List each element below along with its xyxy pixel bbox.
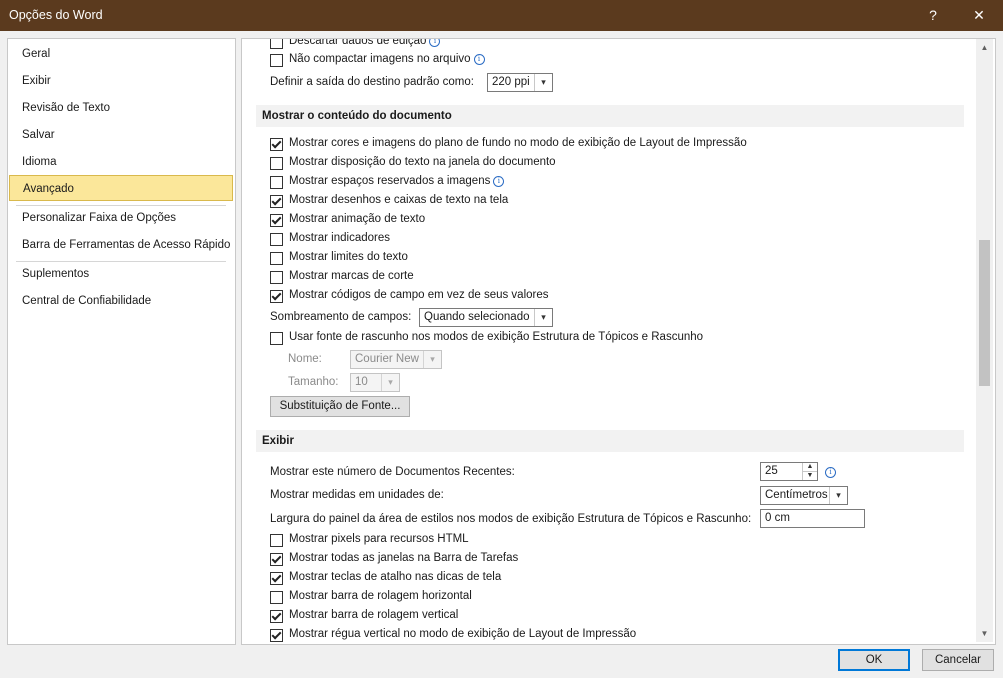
chevron-down-icon: ▾ (534, 309, 552, 326)
show-all-windows-taskbar-checkbox[interactable] (270, 553, 283, 566)
show-text-wrap-label: Mostrar disposição do texto na janela do… (289, 156, 556, 168)
title-bar: Opções do Word ? ✕ (0, 0, 1003, 31)
window-title: Opções do Word (9, 8, 103, 22)
sidebar-item-geral[interactable]: Geral (9, 41, 233, 67)
show-crop-marks-checkbox[interactable] (270, 271, 283, 284)
show-text-boundaries-checkbox[interactable] (270, 252, 283, 265)
sidebar-item-central-confiabilidade[interactable]: Central de Confiabilidade (9, 288, 233, 314)
chevron-down-icon: ▾ (534, 74, 552, 91)
draft-font-label: Usar fonte de rascunho nos modos de exib… (289, 331, 704, 343)
font-name-select[interactable]: Courier New ▾ (350, 350, 442, 369)
chevron-down-icon: ▾ (829, 487, 847, 504)
default-output-select[interactable]: 220 ppi ▾ (487, 73, 553, 92)
show-text-boundaries-label: Mostrar limites do texto (289, 251, 408, 263)
draft-font-checkbox[interactable] (270, 332, 283, 345)
field-shading-select[interactable]: Quando selecionado ▾ (419, 308, 553, 327)
font-name-label: Nome: (288, 353, 322, 365)
sidebar: Geral Exibir Revisão de Texto Salvar Idi… (7, 38, 236, 645)
show-bookmarks-label: Mostrar indicadores (289, 232, 390, 244)
close-button[interactable]: ✕ (956, 0, 1002, 31)
font-substitution-button[interactable]: Substituição de Fonte... (270, 396, 410, 417)
no-compress-images-checkbox[interactable] (270, 54, 283, 67)
sidebar-item-idioma[interactable]: Idioma (9, 149, 233, 175)
sidebar-item-avancado[interactable]: Avançado (9, 175, 233, 201)
show-pixels-html-checkbox[interactable] (270, 534, 283, 547)
show-drawings-checkbox[interactable] (270, 195, 283, 208)
show-text-animation-checkbox[interactable] (270, 214, 283, 227)
options-content: Descartar dados de edição i Não compactar… (241, 38, 996, 645)
sidebar-item-suplementos[interactable]: Suplementos (9, 261, 233, 287)
spin-down-icon[interactable]: ▼ (803, 472, 817, 480)
sidebar-item-revisao[interactable]: Revisão de Texto (9, 95, 233, 121)
info-icon: i (473, 54, 485, 65)
sidebar-item-barra-acesso-rapido[interactable]: Barra de Ferramentas de Acesso Rápido (9, 232, 233, 258)
discard-edit-data-label: Descartar dados de edição i (289, 39, 441, 47)
chevron-down-icon: ▾ (423, 351, 441, 368)
default-output-label: Definir a saída do destino padrão como: (270, 76, 474, 88)
font-size-select[interactable]: 10 ▾ (350, 373, 400, 392)
info-icon: i (429, 39, 441, 47)
sidebar-item-personalizar-faixa[interactable]: Personalizar Faixa de Opções (9, 205, 233, 231)
font-size-label: Tamanho: (288, 376, 339, 388)
show-vertical-ruler-label: Mostrar régua vertical no modo de exibiç… (289, 628, 637, 640)
scroll-down-icon[interactable]: ▼ (976, 625, 993, 642)
show-horizontal-scrollbar-checkbox[interactable] (270, 591, 283, 604)
show-background-colors-label: Mostrar cores e imagens do plano de fund… (289, 137, 747, 149)
units-label: Mostrar medidas em unidades de: (270, 489, 444, 501)
spinner-arrows[interactable]: ▲ ▼ (802, 463, 817, 480)
sidebar-item-salvar[interactable]: Salvar (9, 122, 233, 148)
no-compress-images-label: Não compactar imagens no arquivo i (289, 53, 485, 65)
info-icon: i (825, 467, 836, 478)
show-vertical-scrollbar-label: Mostrar barra de rolagem vertical (289, 609, 459, 621)
show-vertical-scrollbar-checkbox[interactable] (270, 610, 283, 623)
field-shading-label: Sombreamento de campos: (270, 311, 412, 323)
show-drawings-label: Mostrar desenhos e caixas de texto na te… (289, 194, 509, 206)
show-shortcut-keys-label: Mostrar teclas de atalho nas dicas de te… (289, 571, 502, 583)
show-shortcut-keys-checkbox[interactable] (270, 572, 283, 585)
show-field-codes-checkbox[interactable] (270, 290, 283, 303)
sidebar-item-exibir[interactable]: Exibir (9, 68, 233, 94)
show-crop-marks-label: Mostrar marcas de corte (289, 270, 414, 282)
show-horizontal-scrollbar-label: Mostrar barra de rolagem horizontal (289, 590, 472, 602)
show-text-animation-label: Mostrar animação de texto (289, 213, 426, 225)
show-picture-placeholders-label: Mostrar espaços reservados a imagens i (289, 175, 505, 187)
info-icon: i (493, 176, 505, 187)
show-bookmarks-checkbox[interactable] (270, 233, 283, 246)
style-pane-width-label: Largura do painel da área de estilos nos… (270, 513, 752, 525)
scrollbar-thumb[interactable] (979, 240, 990, 386)
show-text-wrap-checkbox[interactable] (270, 157, 283, 170)
show-vertical-ruler-checkbox[interactable] (270, 629, 283, 642)
scroll-up-icon[interactable]: ▲ (976, 39, 993, 56)
show-picture-placeholders-checkbox[interactable] (270, 176, 283, 189)
show-pixels-html-label: Mostrar pixels para recursos HTML (289, 533, 469, 545)
chevron-down-icon: ▾ (381, 374, 399, 391)
vertical-scrollbar[interactable]: ▲ ▼ (976, 39, 993, 642)
show-background-colors-checkbox[interactable] (270, 138, 283, 151)
show-field-codes-label: Mostrar códigos de campo em vez de seus … (289, 289, 549, 301)
section-header-display: Exibir (256, 430, 964, 452)
cancel-button[interactable]: Cancelar (922, 649, 994, 671)
recent-docs-spinner[interactable]: 25 ▲ ▼ (760, 462, 818, 481)
help-button[interactable]: ? (910, 0, 956, 31)
discard-edit-data-checkbox[interactable] (270, 39, 283, 49)
style-pane-width-input[interactable]: 0 cm (760, 509, 865, 528)
ok-button[interactable]: OK (838, 649, 910, 671)
recent-docs-label: Mostrar este número de Documentos Recent… (270, 466, 515, 478)
units-select[interactable]: Centímetros ▾ (760, 486, 848, 505)
show-all-windows-taskbar-label: Mostrar todas as janelas na Barra de Tar… (289, 552, 519, 564)
section-header-show-content: Mostrar o conteúdo do documento (256, 105, 964, 127)
spin-up-icon[interactable]: ▲ (803, 463, 817, 472)
